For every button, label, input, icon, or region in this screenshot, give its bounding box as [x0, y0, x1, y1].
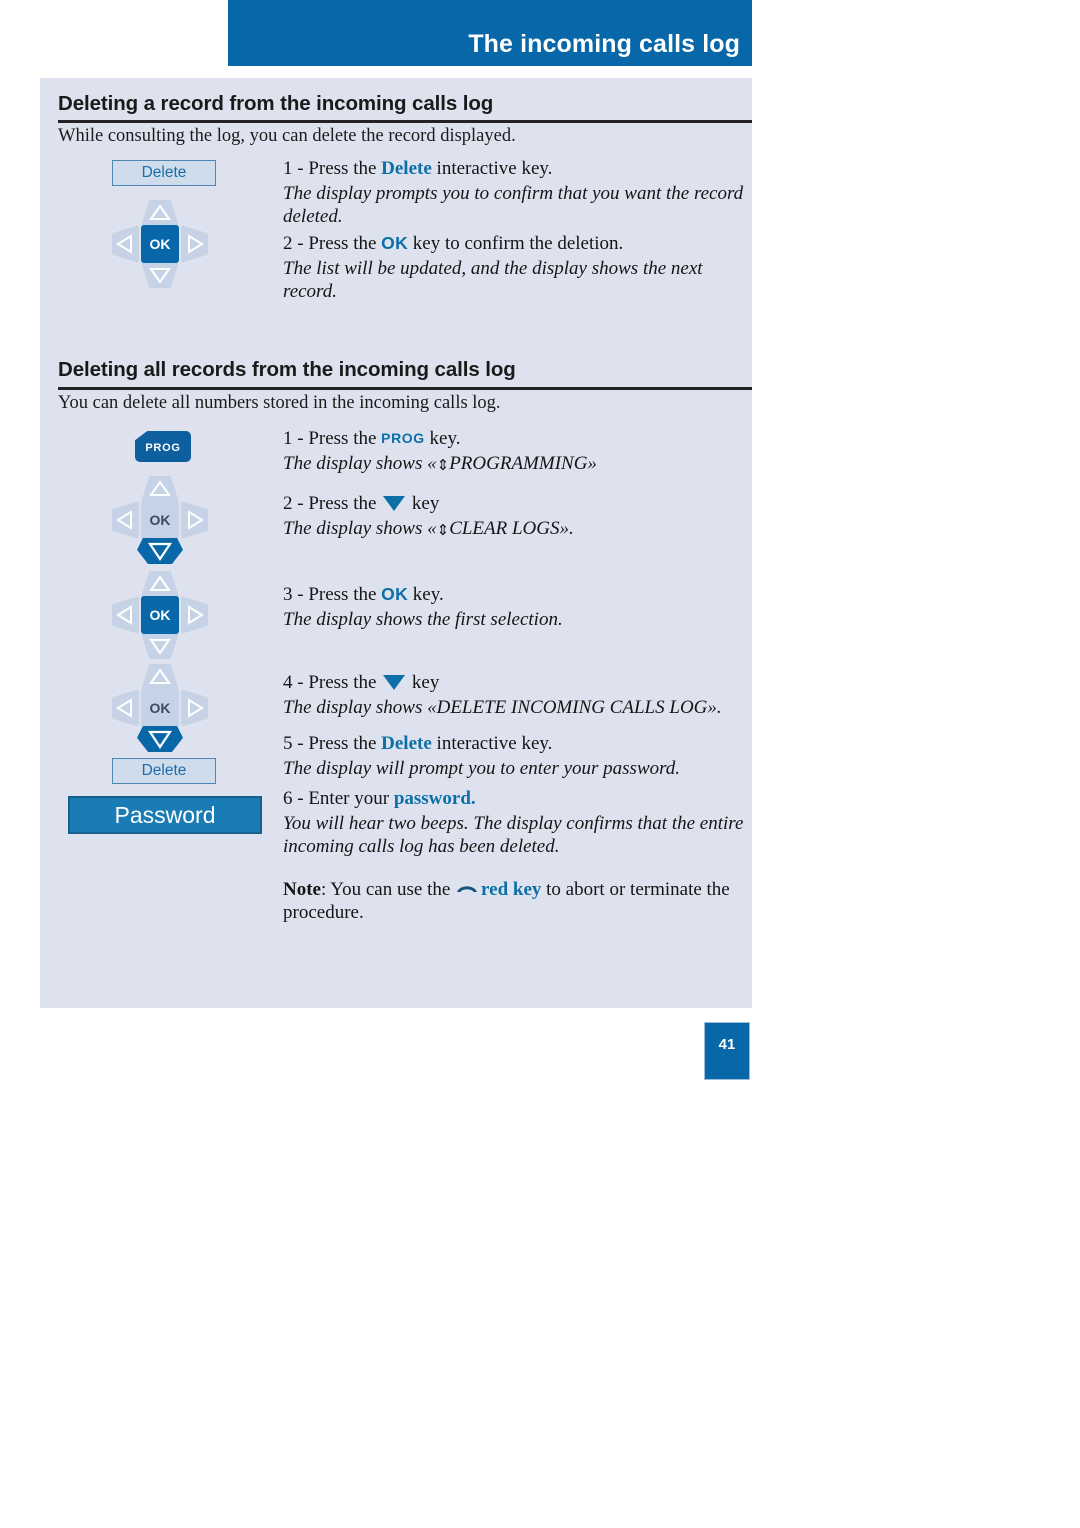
page-title: The incoming calls log	[468, 30, 740, 58]
down-arrow-key-icon	[383, 496, 406, 511]
step-2-1: 1 - Press the PROG key. The display show…	[283, 428, 753, 476]
section-intro-2: You can delete all numbers stored in the…	[58, 393, 501, 413]
step-tail: key.	[408, 584, 444, 605]
updown-arrow-icon: ⇕	[436, 520, 450, 539]
navigation-pad-down-1[interactable]: OK	[112, 476, 208, 564]
step-lead: Press the	[308, 233, 382, 254]
step-tail: interactive key.	[431, 733, 553, 754]
step-number: 4 -	[283, 672, 309, 693]
step-lead: Press the	[308, 428, 382, 449]
step-number: 2 -	[283, 233, 309, 254]
step-2-6: 6 - Enter your password. You will hear t…	[283, 788, 753, 859]
nav-arrow-glyphs-icon	[116, 480, 204, 561]
step-number: 2 -	[283, 493, 309, 514]
step-lead: Press the	[308, 733, 382, 754]
step-number: 5 -	[283, 733, 309, 754]
step-key-prog: PROG	[381, 430, 425, 446]
step-tail: key.	[424, 428, 461, 449]
note-lead: : You can use the	[320, 879, 456, 900]
step-tail: interactive key.	[431, 158, 553, 179]
step-note: The display prompts you to confirm that …	[283, 182, 744, 227]
step-key-ok: OK	[381, 584, 409, 604]
step-lead: Press the	[308, 493, 382, 514]
nav-arrow-glyphs-icon	[116, 668, 204, 749]
step-note: The display will prompt you to enter you…	[283, 757, 681, 779]
step-1-2: 2 - Press the OK key to confirm the dele…	[283, 233, 753, 304]
step-lead: Press the	[308, 158, 382, 179]
step-2-5: 5 - Press the Delete interactive key. Th…	[283, 733, 753, 781]
step-number: 3 -	[283, 584, 309, 605]
step-lead: Press the	[308, 672, 382, 693]
step-note: The display shows the first selection.	[283, 608, 563, 630]
prog-key[interactable]: PROG	[135, 431, 191, 462]
updown-arrow-icon: ⇕	[436, 455, 450, 474]
step-note: The display shows «⇕PROGRAMMING»	[283, 453, 753, 476]
step-2-3: 3 - Press the OK key. The display shows …	[283, 584, 753, 632]
page-header-bar: The incoming calls log	[228, 0, 752, 66]
content-panel: Deleting a record from the incoming call…	[40, 78, 752, 1008]
page-number-badge: 41	[704, 1022, 750, 1080]
delete-interactive-key-2[interactable]: Delete	[112, 758, 216, 784]
section-heading-delete-all: Deleting all records from the incoming c…	[58, 358, 516, 381]
step-note: The list will be updated, and the displa…	[283, 257, 703, 302]
step-key-password: password.	[393, 788, 476, 809]
delete-interactive-key-1[interactable]: Delete	[112, 160, 216, 186]
step-note: The display shows «DELETE INCOMING CALLS…	[283, 696, 722, 718]
navigation-pad-ok-1[interactable]: OK	[112, 200, 208, 288]
note-key-red: red key	[481, 879, 542, 900]
step-tail: key to confirm the deletion.	[408, 233, 624, 254]
nav-arrow-glyphs-icon	[116, 204, 204, 284]
step-note: You will hear two beeps. The display con…	[283, 812, 744, 857]
note-paragraph: Note: You can use the red key to abort o…	[283, 878, 753, 925]
note-post: PROGRAMMING»	[449, 452, 597, 474]
section-heading-delete-record: Deleting a record from the incoming call…	[58, 92, 494, 115]
step-key-delete: Delete	[381, 158, 432, 179]
note-pre: The display shows «	[283, 452, 437, 474]
section-intro-1: While consulting the log, you can delete…	[58, 126, 516, 146]
password-field[interactable]: Password	[68, 796, 262, 834]
step-number: 6 -	[283, 788, 309, 809]
step-number: 1 -	[283, 158, 309, 179]
step-lead: Enter your	[308, 788, 394, 809]
step-key-ok: OK	[381, 233, 409, 253]
note-post: CLEAR LOGS».	[449, 517, 574, 539]
step-number: 1 -	[283, 428, 309, 449]
step-key-delete: Delete	[381, 733, 432, 754]
step-1-1: 1 - Press the Delete interactive key. Th…	[283, 158, 753, 229]
navigation-pad-ok-2[interactable]: OK	[112, 571, 208, 659]
step-2-2: 2 - Press the key The display shows «⇕CL…	[283, 493, 753, 541]
step-lead: Press the	[308, 584, 382, 605]
note-pre: The display shows «	[283, 517, 437, 539]
nav-arrow-glyphs-icon	[116, 575, 204, 655]
step-2-4: 4 - Press the key The display shows «DEL…	[283, 672, 753, 720]
note-label: Note	[283, 879, 321, 900]
section-rule-2	[58, 387, 752, 390]
red-key-handset-icon	[456, 878, 478, 892]
navigation-pad-down-2[interactable]: OK	[112, 664, 208, 752]
step-tail: key	[407, 672, 440, 693]
down-arrow-key-icon	[383, 675, 406, 690]
step-tail: key	[407, 493, 440, 514]
step-note: The display shows «⇕CLEAR LOGS».	[283, 518, 753, 541]
section-rule-1	[58, 120, 752, 123]
